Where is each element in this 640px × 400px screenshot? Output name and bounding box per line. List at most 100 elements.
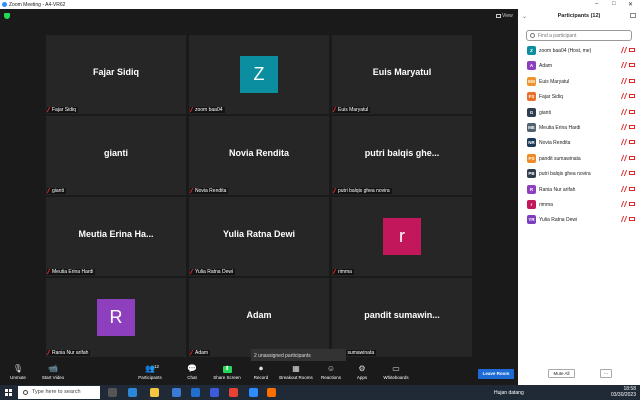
video-tile[interactable]: Zzoom baa04 [189,35,329,114]
mic-muted-icon[interactable] [620,154,628,161]
minimize-icon[interactable]: – [595,1,598,7]
zoom-taskbar-icon[interactable] [249,388,258,397]
maximize-icon[interactable]: □ [612,1,616,7]
video-tile[interactable]: putri balqis ghe... putri balqis ghea nov… [332,116,472,195]
tile-name-label: Adam [189,350,211,356]
participant-row[interactable]: R Rania Nur arifah [527,182,635,197]
video-off-icon[interactable] [629,63,635,68]
participant-row[interactable]: Ggianti [527,105,635,120]
mic-muted-icon[interactable] [620,185,628,192]
meeting-area: View Fajar Sidiq Fajar Sidiq Zzoom baa04 Eu… [0,9,518,385]
participant-row[interactable]: FS Fajar Sidiq [527,89,635,104]
participant-row[interactable]: Zzoom baa04 (Host, me) [527,43,635,58]
title-bar: Zoom Meeting - A4-VR62 – □ ✕ [0,0,640,9]
taskbar-search-input[interactable]: Type here to search [18,386,100,399]
mic-muted-icon[interactable] [620,216,628,223]
leave-room-button[interactable]: Leave Room [478,369,514,379]
mic-muted-icon[interactable] [620,139,628,146]
video-off-icon[interactable] [629,217,635,222]
whiteboards-button[interactable]: ▭ Whiteboards [379,364,413,380]
app-taskbar-icon[interactable] [267,388,276,397]
mic-muted-icon[interactable] [620,47,628,53]
meeting-toolbar: 🎙 Unmute 📹 Start Video 👥 12 Participants 💬 Chat ⬆… [0,361,518,385]
participant-row[interactable]: r rimma [527,197,635,212]
participant-row[interactable]: YR Yulia Ratna Dewi [527,212,635,227]
video-tile[interactable]: Meutia Erina Ha... Meutia Erina Hardi [46,197,186,276]
record-icon: ⏺ [259,364,263,373]
mic-muted-icon[interactable] [620,62,628,69]
share-screen-button[interactable]: ⬆ Share Screen [210,364,244,380]
popout-icon[interactable] [630,13,636,18]
video-tile[interactable]: Novia Rendita Novia Rendita [189,116,329,195]
participant-row[interactable]: A Adam [527,58,635,73]
word-icon[interactable] [210,388,219,397]
participant-row[interactable]: NR Novia Rendita [527,135,635,150]
tile-label-text: zoom baa04 [195,107,223,113]
video-tile[interactable]: Fajar Sidiq Fajar Sidiq [46,35,186,114]
participant-avatar: PS [527,153,536,163]
toolbar-label: Apps [356,375,368,380]
participant-name: zoom baa04 (Host, me) [539,48,592,54]
video-tile[interactable]: Adam Adam [189,278,329,357]
start-video-button[interactable]: 📹 Start Video [36,364,70,380]
shield-icon[interactable] [4,13,10,19]
mic-muted-icon[interactable] [620,170,628,177]
participants-button[interactable]: 👥 12 Participants [133,364,167,380]
mic-muted-icon[interactable] [620,93,628,100]
video-off-icon[interactable] [629,124,635,129]
video-off-icon[interactable] [629,186,635,191]
participant-name: rimma [539,201,553,208]
video-grid: Fajar Sidiq Fajar Sidiq Zzoom baa04 Euis Ma… [46,35,472,359]
video-off-icon[interactable] [629,48,635,52]
video-off-icon[interactable] [629,78,635,83]
mic-muted-icon[interactable] [620,200,628,207]
windows-start-icon[interactable] [5,389,12,396]
video-off-icon[interactable] [629,109,635,114]
participant-avatar: A [527,61,536,71]
tile-name-label: Novia Rendita [189,188,229,194]
view-button[interactable]: View [496,13,513,19]
record-button[interactable]: ⏺ Record [244,364,278,380]
system-clock[interactable]: 18:58 03/30/2023 [611,386,636,398]
participants-panel: ⌄ Participants (12) Find a participant Z… [518,9,640,385]
participant-count-badge: 12 [154,364,160,369]
unmute-button[interactable]: 🎙 Unmute [1,364,35,380]
store-icon[interactable] [172,388,181,397]
participant-row[interactable]: EM Euis Maryatul [527,74,635,89]
video-tile[interactable]: pandit sumawin... ndit sumawinata [332,278,472,357]
video-tile[interactable]: Euis Maryatul Euis Maryatul [332,35,472,114]
breakout-rooms-button[interactable]: ▦ Breakout Rooms [279,364,313,380]
apps-button[interactable]: ⚙ Apps [345,364,379,380]
video-tile[interactable]: R Rania Nur arifah [46,278,186,357]
video-off-icon[interactable] [629,201,635,206]
participant-search-input[interactable]: Find a participant [526,30,632,41]
mail-icon[interactable] [191,388,200,397]
mute-all-button[interactable]: Mute All [548,369,575,378]
avatar: r [383,218,421,255]
participant-avatar: EM [527,76,536,86]
task-view-icon[interactable] [108,388,117,397]
close-icon[interactable]: ✕ [628,1,633,8]
reactions-button[interactable]: ☺ Reactions [314,364,348,380]
tile-display-name: Novia Rendita [228,148,289,158]
video-off-icon[interactable] [629,155,635,160]
video-tile[interactable]: gianti gianti [46,116,186,195]
video-tile[interactable]: r rimma [332,197,472,276]
video-off-icon[interactable] [629,140,635,145]
weather-widget[interactable]: Hujan datang [494,390,524,396]
chat-button[interactable]: 💬 Chat [175,364,209,380]
more-options-button[interactable]: ... [600,369,612,378]
video-off-icon[interactable] [629,94,635,99]
participant-row[interactable]: PB putri balqis ghea novira [527,166,635,181]
mic-muted-icon[interactable] [620,123,628,130]
breakout-rooms-icon: ▦ [292,364,300,373]
edge-icon[interactable] [128,388,137,397]
file-explorer-icon[interactable] [150,388,159,397]
participant-row[interactable]: ME Meutia Erina Hardi [527,120,635,135]
participant-row[interactable]: PS pandit sumawinata [527,151,635,166]
chrome-icon[interactable] [229,388,238,397]
video-off-icon[interactable] [629,171,635,176]
video-tile[interactable]: Yulia Ratna Dewi Yulia Ratna Dewi [189,197,329,276]
mic-muted-icon[interactable] [620,108,628,115]
mic-muted-icon[interactable] [620,77,628,84]
